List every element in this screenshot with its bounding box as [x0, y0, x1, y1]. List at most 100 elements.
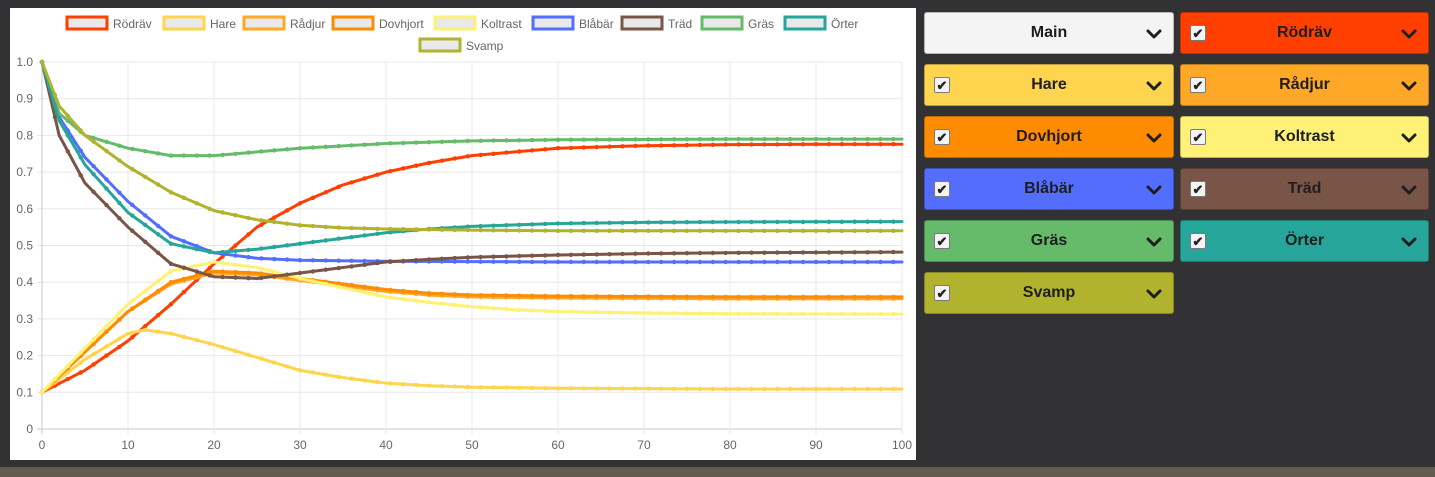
- series-point-3: [465, 292, 470, 298]
- series-point-5: [310, 258, 316, 263]
- series-point-6: [555, 252, 561, 258]
- series-point-8: [891, 219, 896, 224]
- legend-label-9[interactable]: Svamp: [466, 39, 504, 53]
- series-point-4: [362, 290, 367, 295]
- series-point-1: [388, 381, 393, 386]
- series-point-4: [91, 337, 96, 342]
- series-point-5: [671, 259, 677, 265]
- x-tick-label: 0: [39, 438, 46, 452]
- series-point-9: [220, 210, 225, 215]
- series-point-3: [155, 288, 161, 294]
- series-point-7: [104, 139, 109, 144]
- series-point-8: [749, 219, 754, 225]
- series-point-1: [375, 379, 380, 385]
- series-point-8: [852, 219, 857, 224]
- species-4-dropdown[interactable]: ✔ Koltrast: [1180, 116, 1429, 158]
- series-point-4: [143, 288, 148, 294]
- species-9-checkbox[interactable]: ✔: [934, 285, 950, 301]
- species-0-checkbox[interactable]: ✔: [1190, 25, 1206, 41]
- series-point-1: [439, 383, 445, 389]
- series-point-3: [671, 294, 677, 299]
- series-point-4: [52, 376, 58, 382]
- series-point-1: [800, 386, 806, 392]
- series-point-9: [336, 225, 341, 230]
- legend-label-7[interactable]: Gräs: [748, 17, 774, 31]
- species-7-checkbox[interactable]: ✔: [934, 233, 950, 249]
- series-point-6: [349, 264, 354, 269]
- species-9-dropdown[interactable]: ✔ Svamp: [924, 272, 1174, 314]
- species-3-checkbox[interactable]: ✔: [934, 129, 950, 145]
- series-point-0: [284, 208, 290, 213]
- species-5-checkbox[interactable]: ✔: [934, 181, 950, 197]
- series-point-6: [684, 251, 690, 256]
- legend-label-3[interactable]: Dovhjort: [379, 17, 424, 31]
- main-dropdown[interactable]: Main: [924, 12, 1174, 54]
- series-point-1: [413, 382, 419, 388]
- y-tick-label: 0.1: [16, 385, 33, 399]
- legend-swatch-8[interactable]: [783, 15, 827, 31]
- species-6-dropdown[interactable]: ✔ Träd: [1180, 168, 1429, 210]
- series-point-7: [117, 143, 122, 148]
- series-point-9: [39, 59, 45, 65]
- series-point-4: [259, 266, 264, 271]
- legend-swatch-2[interactable]: [242, 15, 286, 31]
- series-point-1: [568, 386, 574, 391]
- species-1-dropdown[interactable]: ✔ Hare: [924, 64, 1174, 106]
- legend-label-0[interactable]: Rödräv: [113, 17, 152, 31]
- species-5-dropdown[interactable]: ✔ Blåbär: [924, 168, 1174, 210]
- legend-label-1[interactable]: Hare: [210, 17, 236, 31]
- legend-swatch-6[interactable]: [620, 15, 664, 31]
- series-point-0: [684, 142, 690, 148]
- series-point-1: [297, 368, 303, 373]
- series-point-9: [530, 228, 535, 233]
- x-tick-label: 60: [551, 438, 565, 452]
- species-2-dropdown[interactable]: ✔ Rådjur: [1180, 64, 1429, 106]
- series-point-7: [207, 153, 212, 158]
- legend-label-6[interactable]: Träd: [668, 17, 692, 31]
- legend-swatch-4[interactable]: [433, 15, 477, 31]
- series-point-0: [297, 201, 303, 206]
- legend-swatch-0[interactable]: [65, 15, 109, 31]
- species-8-dropdown[interactable]: ✔ Örter: [1180, 220, 1429, 262]
- species-3-dropdown[interactable]: ✔ Dovhjort: [924, 116, 1174, 158]
- series-point-3: [375, 286, 380, 291]
- series-point-0: [646, 143, 651, 148]
- series-point-4: [349, 287, 354, 292]
- legend-swatch-5[interactable]: [531, 15, 575, 31]
- series-point-6: [852, 250, 857, 255]
- series-point-5: [633, 259, 638, 265]
- species-4-checkbox[interactable]: ✔: [1190, 129, 1206, 145]
- legend-swatch-7[interactable]: [700, 15, 744, 31]
- series-point-8: [671, 220, 677, 225]
- x-tick-label: 90: [809, 438, 823, 452]
- series-point-4: [310, 279, 316, 284]
- series-point-8: [788, 219, 793, 225]
- species-1-checkbox[interactable]: ✔: [934, 77, 950, 93]
- species-0-dropdown[interactable]: ✔ Rödräv: [1180, 12, 1429, 54]
- species-6-checkbox[interactable]: ✔: [1190, 181, 1206, 197]
- series-point-9: [813, 228, 819, 233]
- species-7-dropdown[interactable]: ✔ Gräs: [924, 220, 1174, 262]
- series-point-9: [323, 224, 328, 230]
- legend-label-4[interactable]: Koltrast: [481, 17, 522, 31]
- series-point-6: [581, 252, 586, 257]
- series-point-0: [594, 144, 599, 150]
- series-point-5: [800, 259, 806, 265]
- legend-swatch-3[interactable]: [331, 15, 375, 31]
- x-tick-label: 70: [637, 438, 651, 452]
- series-point-1: [542, 385, 548, 391]
- species-8-checkbox[interactable]: ✔: [1190, 233, 1206, 249]
- series-point-8: [530, 222, 535, 227]
- series-point-7: [710, 136, 715, 142]
- species-2-checkbox[interactable]: ✔: [1190, 77, 1206, 93]
- legend-label-2[interactable]: Rådjur: [290, 17, 325, 31]
- legend-label-8[interactable]: Örter: [831, 17, 858, 31]
- series-point-6: [826, 250, 832, 255]
- legend-swatch-9[interactable]: [418, 37, 462, 53]
- series-point-0: [865, 142, 870, 147]
- series-point-7: [413, 140, 419, 145]
- series-point-1: [813, 386, 819, 392]
- legend-label-5[interactable]: Blåbär: [579, 17, 614, 31]
- main-dropdown-label: Main: [1030, 24, 1068, 41]
- legend-swatch-1[interactable]: [162, 15, 206, 31]
